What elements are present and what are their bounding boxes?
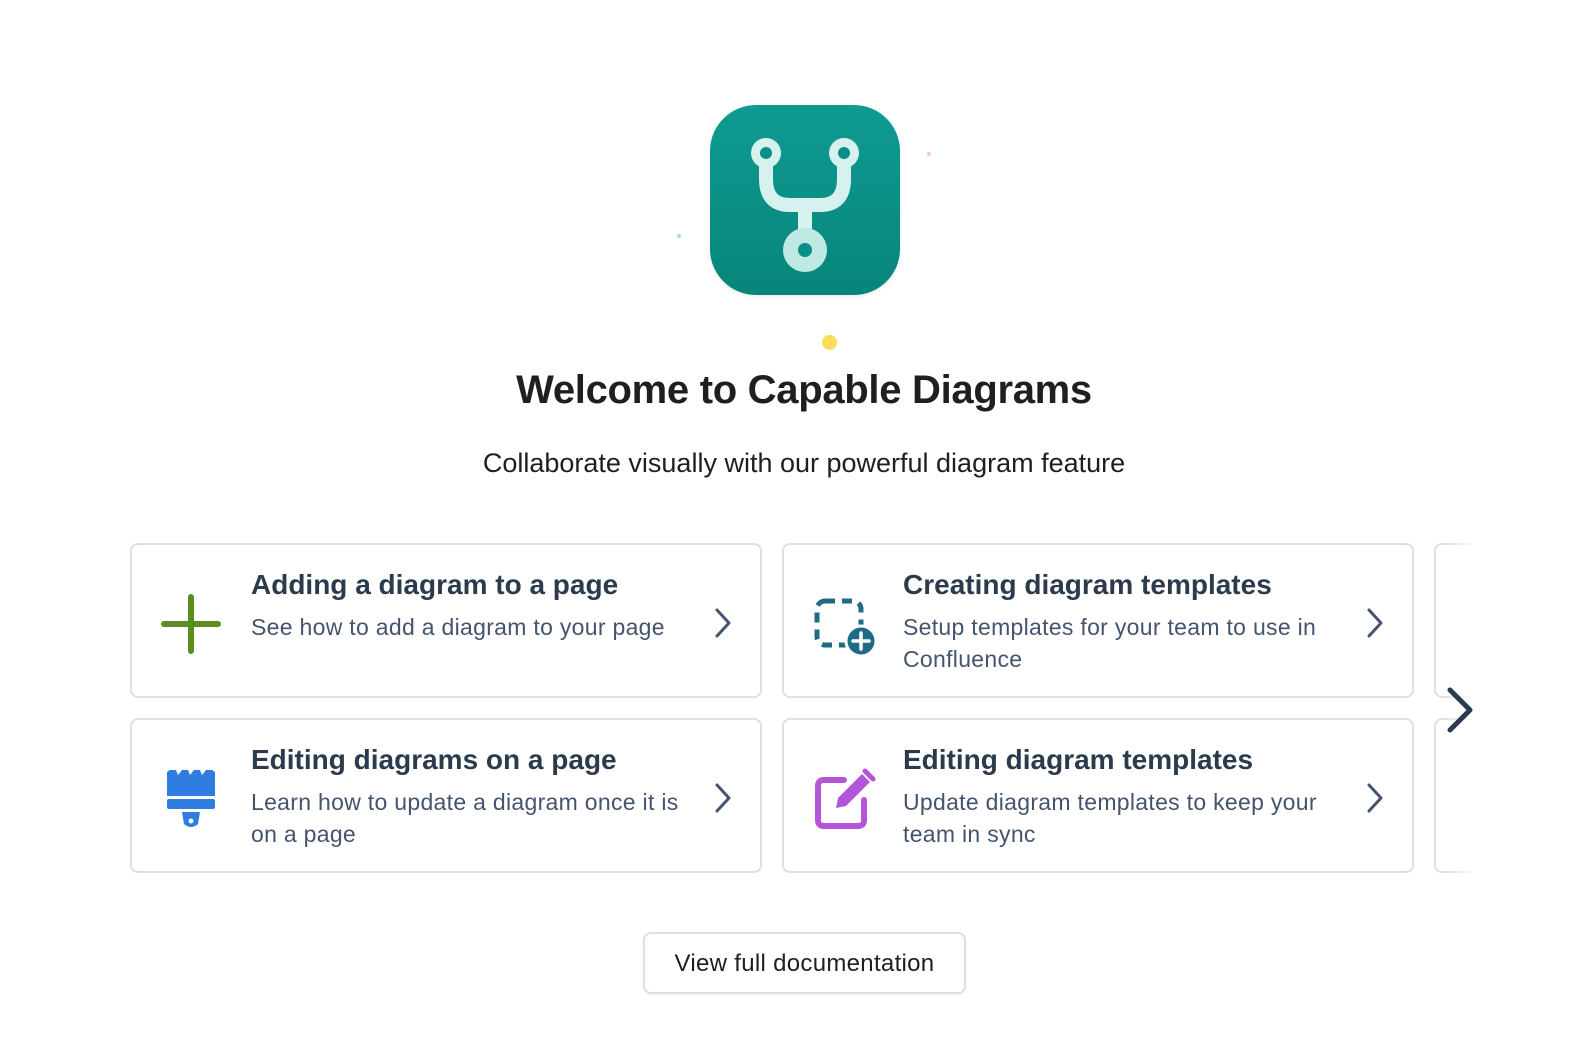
edit-icon [815, 768, 876, 829]
chevron-right-icon [1367, 783, 1383, 813]
add-template-icon [814, 598, 876, 657]
chevron-right-icon [715, 783, 731, 813]
card-editing-templates[interactable]: Editing diagram templates Update diagram… [782, 718, 1414, 873]
plus-icon [161, 594, 221, 654]
page-title: Welcome to Capable Diagrams [516, 368, 1092, 412]
card-editing-diagrams[interactable]: Editing diagrams on a page Learn how to … [130, 718, 762, 873]
confetti-dot [677, 234, 681, 238]
card-adding-diagram[interactable]: Adding a diagram to a page See how to ad… [130, 543, 762, 698]
card-description: See how to add a diagram to your page [251, 614, 665, 640]
confetti-dot [822, 335, 837, 350]
card-title: Creating diagram templates [903, 569, 1272, 600]
view-documentation-button[interactable]: View full documentation [643, 932, 966, 994]
card-title: Adding a diagram to a page [251, 569, 619, 600]
paintbrush-icon [167, 770, 215, 827]
card-creating-templates[interactable]: Creating diagram templates Setup templat… [782, 543, 1414, 698]
card-description: Setup templates for your team to use in … [903, 614, 1317, 672]
chevron-right-icon [1367, 608, 1383, 638]
chevron-right-icon [715, 608, 731, 638]
app-logo [710, 105, 900, 295]
card-description: Update diagram templates to keep your te… [903, 789, 1317, 847]
card-description: Learn how to update a diagram once it is… [251, 789, 679, 847]
card-title: Editing diagram templates [903, 744, 1254, 775]
card-title: Editing diagrams on a page [251, 744, 617, 775]
page-subtitle: Collaborate visually with our powerful d… [482, 448, 1126, 478]
branch-diagram-icon [751, 138, 859, 272]
chevron-right-icon [1447, 687, 1473, 733]
carousel-next-button[interactable] [1440, 684, 1480, 736]
confetti-dot [927, 152, 931, 156]
